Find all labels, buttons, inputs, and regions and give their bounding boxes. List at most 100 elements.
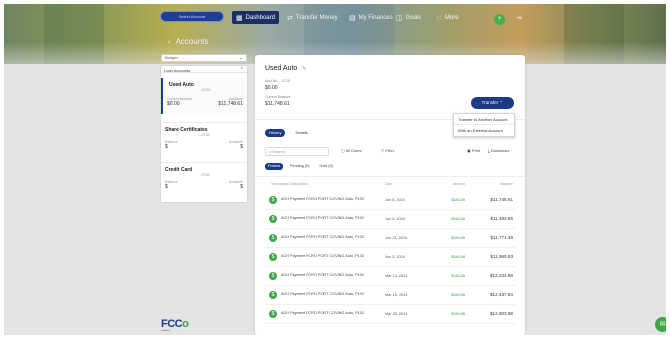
nav-more[interactable]: ⁙ More: [436, 11, 459, 24]
tab-history[interactable]: History: [265, 129, 286, 137]
chat-icon[interactable]: ✉: [655, 317, 666, 332]
table-header: Transaction Description Date Amount Bala…: [265, 182, 515, 190]
filter-label: Filter: [385, 148, 395, 153]
transaction-icon: $: [269, 253, 277, 261]
fcc-logo: FCCo Federal Credit Union: [161, 318, 189, 332]
row-description: ACH Payment FCRO PORT COVING Auto, P102: [281, 216, 364, 220]
loan-accounts-header[interactable]: Loan Accounts ⌃: [161, 66, 247, 73]
transfer-button-label: Transfer: [481, 100, 499, 105]
account-number: ...0710: [199, 88, 211, 92]
transfer-button[interactable]: Transfer ⌃: [471, 97, 514, 109]
row-balance: $11,748.61: [490, 197, 513, 202]
chevron-up-icon: ⌃: [499, 100, 504, 105]
dropdown-option-external-transfer[interactable]: With an External Account: [454, 125, 514, 136]
current-balance-value: $11,748.61: [265, 101, 290, 107]
divider: [255, 176, 525, 177]
table-row[interactable]: $ ACH Payment FCRO PORT COVING Auto, P10…: [265, 268, 515, 286]
print-button[interactable]: ▣ Print: [467, 148, 480, 153]
row-amount: $344.08: [451, 198, 465, 202]
nav-goals[interactable]: ◫ Goals: [396, 11, 421, 24]
account-left-value: $: [165, 144, 168, 150]
column-balance[interactable]: Balance: [475, 182, 513, 186]
row-balance: $11,960.83: [490, 254, 513, 259]
logout-icon[interactable]: ⇥: [516, 14, 522, 22]
row-date: Mar 14, 2024: [385, 274, 408, 278]
account-number: ...0710: [198, 173, 210, 177]
row-amount: $344.08: [451, 312, 465, 316]
account-title-text: Used Auto: [265, 65, 298, 72]
user-avatar[interactable]: +: [494, 14, 505, 25]
search-input[interactable]: ⌕ Search: [265, 147, 329, 156]
account-right-value: $11,748.61: [218, 101, 243, 107]
download-button[interactable]: ⤓ Download: [488, 148, 509, 153]
download-icon: ⤓: [488, 148, 490, 153]
nav-finances-label: My Finances: [358, 14, 393, 21]
row-balance: $11,483.85: [490, 216, 513, 221]
table-row[interactable]: $ ACH Payment FCRO PORT COVING Auto, P10…: [265, 287, 515, 305]
search-icon: ⌕: [269, 149, 272, 154]
row-date: Jun 5, 2024: [385, 198, 405, 202]
account-card-share-certificates[interactable]: Share Certificates ...0710 Balance Avail…: [161, 122, 247, 156]
row-description: ACH Payment FCRO PORT COVING Auto, P102: [281, 292, 364, 296]
dropdown-option-internal-transfer[interactable]: Transfer to Another Account: [454, 114, 514, 125]
row-amount: $344.08: [451, 255, 465, 259]
column-amount[interactable]: Amount: [441, 182, 465, 186]
download-label: Download: [490, 148, 509, 153]
tab-details[interactable]: Details: [291, 129, 311, 137]
row-date: Mar 15, 2024: [385, 293, 408, 297]
chip-pending[interactable]: Pending (0): [287, 163, 313, 170]
column-description[interactable]: Transaction Description: [271, 182, 308, 186]
account-number: ...0710: [198, 133, 210, 137]
date-filter-label: All Dates: [345, 148, 362, 153]
print-icon: ▣: [467, 148, 471, 153]
row-date: Jun 4, 2024: [385, 217, 405, 221]
table-row[interactable]: $ ACH Payment FCRO PORT COVING Auto, P10…: [265, 306, 515, 324]
nav-goals-label: Goals: [405, 14, 422, 21]
nav-my-finances[interactable]: ▤ My Finances: [349, 11, 393, 24]
row-amount: $344.08: [451, 217, 465, 221]
column-date[interactable]: Date: [385, 182, 392, 186]
filter-icon: ▽: [381, 148, 385, 153]
row-date: Jun 3, 2024: [385, 255, 405, 259]
page: Select Account ▦ Dashboard ⇄ Transfer Mo…: [4, 4, 666, 335]
row-description: ACH Payment FCRO PORT COVING Auto, P102: [281, 273, 364, 277]
loan-accounts-label: Loan Accounts: [164, 68, 191, 73]
row-description: ACH Payment FCRO PORT COVING Auto, P102: [281, 311, 364, 315]
row-balance: $12,603.89: [490, 311, 513, 316]
chevron-down-icon: ⌄: [238, 55, 243, 61]
account-list: Loan Accounts ⌃ Used Auto ...0710 Curren…: [161, 66, 247, 202]
back-chevron-icon[interactable]: ‹: [168, 37, 171, 46]
logo-o: o: [182, 318, 189, 330]
table-row[interactable]: $ ACH Payment FCRO PORT COVING Auto, P10…: [265, 230, 515, 248]
budget-select[interactable]: Budget ⌄: [161, 54, 247, 62]
logo-subtitle: Federal Credit Union: [161, 330, 170, 332]
transaction-icon: $: [269, 291, 277, 299]
account-title: Used Auto ✎: [265, 65, 306, 72]
row-date: Mar 30, 2024: [385, 312, 408, 316]
table-row[interactable]: $ ACH Payment FCRO PORT COVING Auto, P10…: [265, 192, 515, 210]
transaction-icon: $: [269, 234, 277, 242]
row-description: ACH Payment FCRO PORT COVING Auto, P102: [281, 197, 364, 201]
account-card-used-auto[interactable]: Used Auto ...0710 Current Balance Availa…: [161, 78, 247, 114]
account-number-label: Acct No. ...0710: [265, 79, 290, 83]
nav-dashboard[interactable]: ▦ Dashboard: [232, 11, 279, 24]
nav-transfer-money[interactable]: ⇄ Transfer Money: [287, 11, 338, 24]
row-amount: $344.08: [451, 293, 465, 297]
chip-hold[interactable]: Hold (0): [316, 163, 336, 170]
row-balance: $12,437.84: [490, 292, 513, 297]
chevron-up-icon: ⌃: [239, 67, 244, 73]
filter-button[interactable]: ▽ Filter: [381, 148, 394, 153]
current-balance-label: Current Balance: [265, 95, 291, 99]
table-row[interactable]: $ ACH Payment FCRO PORT COVING Auto, P10…: [265, 249, 515, 267]
account-select[interactable]: Select Account: [160, 11, 224, 22]
table-row[interactable]: $ ACH Payment FCRO PORT COVING Auto, P10…: [265, 211, 515, 229]
chip-posted[interactable]: Posted: [265, 163, 283, 170]
date-filter[interactable]: ▢ All Dates: [341, 148, 362, 153]
account-left-value: $: [165, 184, 168, 190]
row-balance: $12,234.89: [490, 273, 513, 278]
edit-pencil-icon[interactable]: ✎: [302, 66, 306, 72]
account-card-credit-card[interactable]: Credit Card ...0710 Balance Available $ …: [161, 162, 247, 196]
page-title-text: Accounts: [175, 37, 209, 46]
row-date: Jun 13, 2024: [385, 236, 407, 240]
account-select-label: Select Account: [178, 14, 206, 19]
